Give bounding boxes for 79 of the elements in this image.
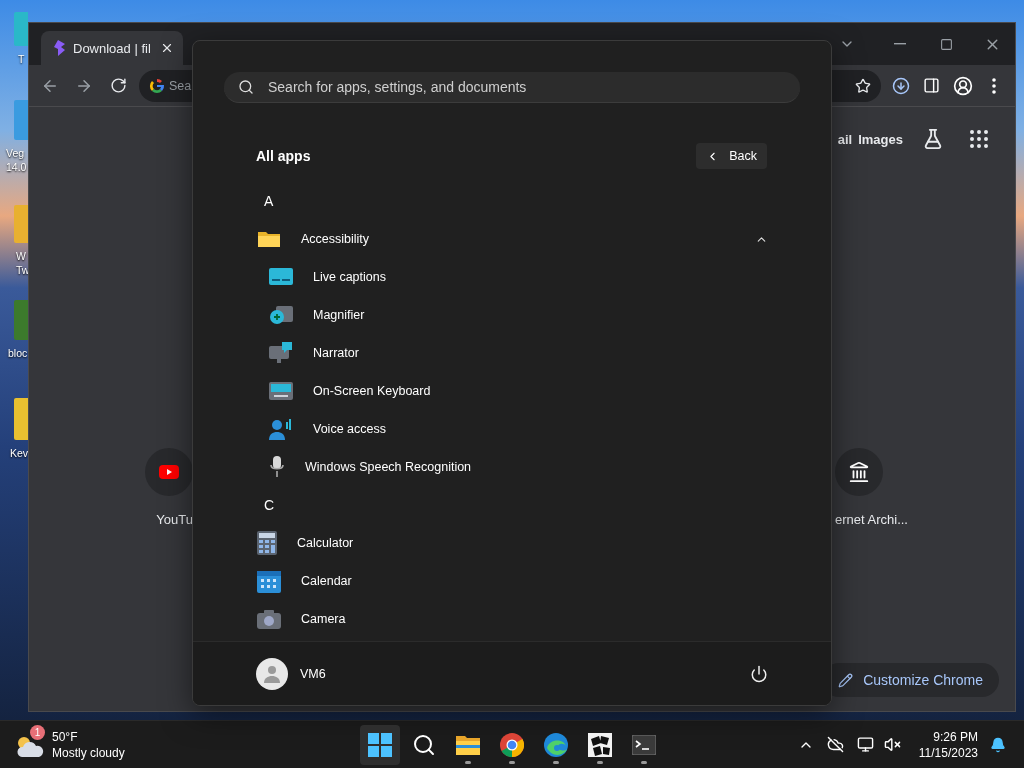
app-list-item[interactable]: Calculator (256, 524, 768, 562)
header-link[interactable]: Images (858, 131, 903, 147)
app-list-item[interactable]: Narrator (256, 334, 768, 372)
header-link[interactable]: ail (837, 131, 853, 147)
menu-icon (991, 77, 996, 94)
side-panel-icon (923, 77, 940, 94)
volume-muted-icon (884, 736, 902, 753)
back-button[interactable]: Back (696, 143, 767, 169)
notification-badge: 1 (30, 724, 45, 740)
maximize-icon (939, 37, 953, 51)
app-icon (588, 732, 612, 757)
building-icon (848, 461, 870, 483)
desktop-icon-label: bloc (8, 346, 28, 360)
flask-icon (922, 128, 944, 150)
letter-header[interactable]: A (256, 182, 274, 220)
apps-grid-icon (967, 127, 991, 151)
address-text: Sea (169, 78, 192, 93)
narrator-icon (269, 342, 293, 364)
search-icon (238, 79, 254, 95)
shortcut-tile[interactable] (835, 448, 883, 496)
monitor-icon (857, 736, 875, 753)
user-avatar[interactable] (256, 657, 288, 690)
app-list-item[interactable]: Voice access (256, 410, 768, 448)
chrome-logo-icon (500, 732, 524, 757)
captions-icon (269, 267, 293, 287)
letter-header[interactable]: C (256, 486, 275, 524)
close-icon (160, 41, 174, 55)
power-icon (750, 664, 768, 683)
app-list-item[interactable]: Live captions (256, 258, 768, 296)
shortcut-tile[interactable] (145, 448, 193, 496)
search-field[interactable]: Search for apps, settings, and documents (266, 78, 786, 96)
reload-icon (109, 77, 127, 94)
cloud-icon (16, 734, 46, 759)
app-list-item[interactable]: Magnifier (256, 296, 768, 334)
app-list-item[interactable]: Camera (256, 600, 768, 638)
clock[interactable]: 9:26 PM 11/15/2023 (904, 728, 986, 761)
search-bar[interactable]: Search for apps, settings, and documents (224, 72, 800, 103)
shortcut-label: ernet Archi... (835, 512, 908, 527)
person-icon (263, 664, 281, 683)
folder-icon (257, 229, 281, 249)
weather-condition: Mostly cloudy (52, 744, 125, 761)
keyboard-icon (269, 381, 293, 401)
star-icon (855, 77, 871, 94)
voice-access-icon (269, 418, 293, 440)
terminal-icon (632, 734, 656, 755)
minimize-icon (894, 43, 906, 45)
tab-favicon-icon (51, 40, 65, 56)
app-list-item[interactable]: Calendar (256, 562, 768, 600)
temperature: 50°F (52, 728, 79, 745)
pencil-icon (838, 672, 854, 688)
edge-logo-icon (544, 732, 568, 757)
cloud-off-icon (827, 736, 845, 753)
folder-icon (456, 733, 480, 756)
search-engine-icon (149, 77, 165, 94)
desktop-icon-label: Kev (10, 446, 29, 460)
calendar-icon (257, 569, 281, 593)
calculator-icon (257, 531, 277, 555)
download-icon (891, 76, 910, 95)
video-play-icon (159, 465, 179, 479)
windows-logo-icon (368, 732, 392, 757)
app-list-item[interactable]: On-Screen Keyboard (256, 372, 768, 410)
magnifier-icon (269, 304, 293, 326)
profile-icon (952, 75, 973, 96)
desktop-icon-label: 14.0 (6, 160, 27, 174)
desktop-icon-label: W (16, 249, 26, 263)
tab-title: Download | fil (73, 40, 151, 56)
section-title: All apps (256, 148, 311, 164)
app-list-item[interactable]: Windows Speech Recognition (256, 448, 768, 486)
camera-icon (257, 609, 281, 629)
desktop-icon-label: Veg (6, 146, 25, 160)
shortcut-label: YouTu (156, 512, 193, 527)
user-name: VM6 (300, 666, 326, 681)
microphone-icon (269, 456, 285, 478)
browser-tab[interactable]: Download | fil (41, 31, 183, 65)
desktop-icon-label: T (18, 52, 25, 66)
folder-item[interactable]: Accessibility (256, 220, 768, 258)
bell-icon (990, 736, 1006, 753)
taskbar-button[interactable] (360, 724, 400, 765)
search-icon (412, 732, 436, 757)
